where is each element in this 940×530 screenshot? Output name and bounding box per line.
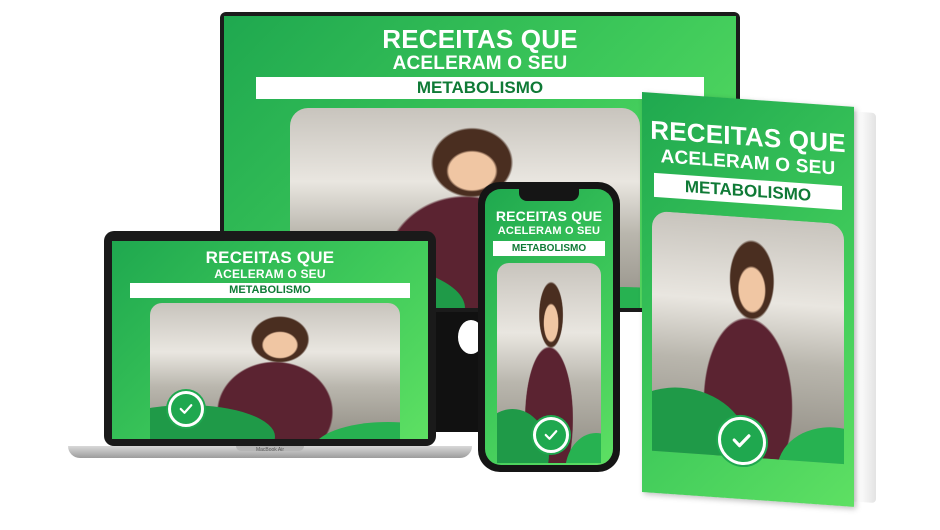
phone-notch xyxy=(519,189,579,201)
phone-title-band: METABOLISMO xyxy=(493,241,605,256)
phone-title-line2: ACELERAM O SEU xyxy=(497,225,601,237)
phone-title-line1: RECEITAS QUE xyxy=(495,208,603,224)
laptop-check-badge-icon xyxy=(168,391,204,427)
monitor-title-line1: RECEITAS QUE xyxy=(382,24,578,54)
monitor-title-band: METABOLISMO xyxy=(256,77,704,99)
phone-screen: RECEITAS QUE ACELERAM O SEU METABOLISMO xyxy=(485,189,613,465)
laptop-title-line1: RECEITAS QUE xyxy=(205,248,335,267)
monitor-title-line2: ACELERAM O SEU xyxy=(392,53,568,74)
phone: RECEITAS QUE ACELERAM O SEU METABOLISMO xyxy=(478,182,620,472)
phone-check-badge-icon xyxy=(533,417,569,453)
laptop-brand-label: MacBook Air xyxy=(255,447,285,453)
laptop-title-line2: ACELERAM O SEU xyxy=(214,267,326,281)
book-title-band: METABOLISMO xyxy=(654,172,842,210)
laptop-title-band: METABOLISMO xyxy=(130,283,410,298)
book-cover: RECEITAS QUE ACELERAM O SEU METABOLISMO xyxy=(642,92,854,507)
laptop-screen: RECEITAS QUE ACELERAM O SEU METABOLISMO xyxy=(112,241,428,439)
laptop-lid: RECEITAS QUE ACELERAM O SEU METABOLISMO xyxy=(104,231,436,446)
